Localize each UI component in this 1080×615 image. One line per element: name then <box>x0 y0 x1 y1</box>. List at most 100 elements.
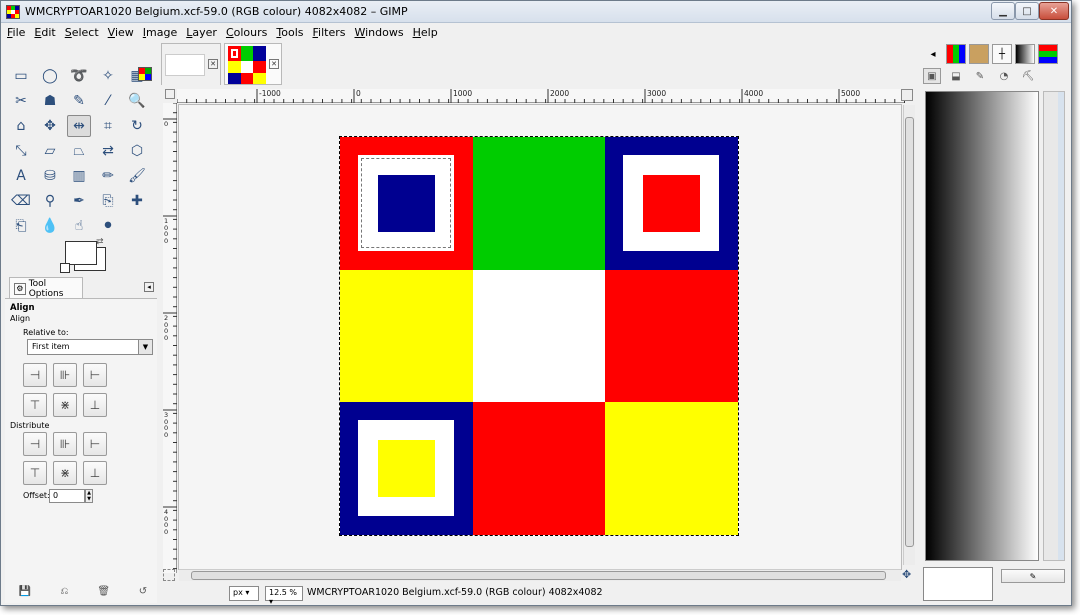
tab-layers[interactable]: ▣ <box>923 68 941 84</box>
tab-brushes[interactable]: ┼ <box>992 44 1012 64</box>
edit-button[interactable]: ✎ <box>1001 569 1065 583</box>
swap-colors-icon[interactable]: ⇄ <box>96 237 104 247</box>
menu-item-layer[interactable]: Layer <box>186 26 217 39</box>
quick-mask-icon[interactable] <box>163 569 175 581</box>
default-colors-icon[interactable] <box>60 263 70 273</box>
ink-icon[interactable]: ✒ <box>67 190 91 212</box>
paths-icon[interactable]: ✎ <box>67 90 91 112</box>
cage-icon[interactable]: ⬡ <box>125 140 149 162</box>
tab-paths[interactable]: ✎ <box>971 68 989 84</box>
align-left-button[interactable]: ⊣ <box>23 363 47 387</box>
distribute-right-button[interactable]: ⊢ <box>83 432 107 456</box>
minimize-button[interactable]: ▁ <box>991 2 1015 20</box>
airbrush-icon[interactable]: ⚲ <box>38 190 62 212</box>
menu-item-view[interactable]: View <box>108 26 134 39</box>
align-icon[interactable]: ⇹ <box>67 115 91 137</box>
image-canvas[interactable] <box>178 104 902 570</box>
image-tab-1[interactable]: ✕ <box>161 43 221 85</box>
blend-icon[interactable]: ▥ <box>67 165 91 187</box>
restore-options-icon[interactable]: ⎌ <box>58 585 70 597</box>
align-right-button[interactable]: ⊢ <box>83 363 107 387</box>
vertical-scrollbar[interactable] <box>903 105 915 565</box>
flag-image[interactable] <box>339 136 739 536</box>
tab-tool-options[interactable]: ⚙ Tool Options <box>9 277 83 299</box>
distribute-center-button[interactable]: ⊪ <box>53 432 77 456</box>
flip-icon[interactable]: ⇄ <box>96 140 120 162</box>
delete-options-icon[interactable]: 🗑 <box>97 585 110 597</box>
rotate-icon[interactable]: ↻ <box>125 115 149 137</box>
distribute-top-button[interactable]: ⊤ <box>23 461 47 485</box>
close-button[interactable]: ✕ <box>1039 2 1069 20</box>
close-icon[interactable]: ✕ <box>269 59 279 69</box>
align-middle-button[interactable]: ⋇ <box>53 393 77 417</box>
tab-palettes[interactable] <box>946 44 966 64</box>
measure-icon[interactable]: ⌂ <box>9 115 33 137</box>
align-bottom-button[interactable]: ⊥ <box>83 393 107 417</box>
menu-item-image[interactable]: Image <box>143 26 177 39</box>
menu-item-file[interactable]: File <box>7 26 25 39</box>
blur-icon[interactable]: 💧 <box>38 215 62 237</box>
menu-item-select[interactable]: Select <box>65 26 99 39</box>
distribute-middle-button[interactable]: ⋇ <box>53 461 77 485</box>
align-top-button[interactable]: ⊤ <box>23 393 47 417</box>
save-options-icon[interactable]: 💾 <box>19 585 31 597</box>
text-icon[interactable]: A <box>9 165 33 187</box>
relative-to-select[interactable]: First item ▼ <box>27 339 153 355</box>
horizontal-scrollbar[interactable] <box>179 569 901 581</box>
menu-item-filters[interactable]: Filters <box>313 26 346 39</box>
menu-item-colours[interactable]: Colours <box>226 26 267 39</box>
foreground-color-swatch[interactable] <box>65 241 97 265</box>
crop-icon[interactable]: ⌗ <box>96 115 120 137</box>
menu-item-edit[interactable]: Edit <box>34 26 55 39</box>
move-icon[interactable]: ✥ <box>38 115 62 137</box>
dock-scrollbar[interactable] <box>1043 91 1065 561</box>
shear-icon[interactable]: ▱ <box>38 140 62 162</box>
align-center-button[interactable]: ⊪ <box>53 363 77 387</box>
gradient-preview[interactable] <box>925 91 1039 561</box>
color-picker-icon[interactable]: ⁄ <box>96 90 120 112</box>
pencil-icon[interactable]: ✏ <box>96 165 120 187</box>
perspective-clone-icon[interactable]: ⎗ <box>9 215 33 237</box>
image-tab-2[interactable]: ✕ <box>224 43 282 85</box>
zoom-select[interactable]: 12.5 % ▾ <box>265 586 303 606</box>
tab-channels[interactable]: ⬓ <box>947 68 965 84</box>
scissors-select-icon[interactable]: ✂ <box>9 90 33 112</box>
vertical-ruler[interactable]: 0 1000 2000 3000 4000 <box>163 103 177 573</box>
scroll-thumb[interactable] <box>905 117 914 547</box>
scale-icon[interactable]: ⤡ <box>9 140 33 162</box>
heal-icon[interactable]: ✚ <box>125 190 149 212</box>
tab-gradients[interactable] <box>1015 44 1035 64</box>
menu-item-tools[interactable]: Tools <box>276 26 303 39</box>
distribute-left-button[interactable]: ⊣ <box>23 432 47 456</box>
clone-icon[interactable]: ⎘ <box>96 190 120 212</box>
free-select-icon[interactable]: ➰ <box>67 65 91 87</box>
scroll-thumb[interactable] <box>191 571 886 580</box>
tab-colors[interactable]: ◔ <box>995 68 1013 84</box>
horizontal-ruler[interactable]: -1000 0 1000 2000 3000 4000 5000 <box>177 89 905 103</box>
menu-item-windows[interactable]: Windows <box>354 26 403 39</box>
paintbrush-icon[interactable]: 🖌 <box>125 165 149 187</box>
foreground-select-icon[interactable]: ☗ <box>38 90 62 112</box>
maximize-button[interactable]: □ <box>1015 2 1039 20</box>
brush-preview[interactable] <box>923 567 993 601</box>
offset-input[interactable]: 0 <box>49 489 85 503</box>
ellipse-select-icon[interactable]: ◯ <box>38 65 62 87</box>
tab-colormap[interactable] <box>1038 44 1058 64</box>
perspective-icon[interactable]: ⏢ <box>67 140 91 162</box>
panel-menu-icon[interactable]: ◂ <box>144 282 154 292</box>
smudge-icon[interactable]: ☝ <box>67 215 91 237</box>
offset-stepper[interactable]: ▲ ▼ <box>85 489 93 503</box>
navigate-icon[interactable]: ✥ <box>902 568 911 581</box>
ruler-corner-icon[interactable] <box>165 89 175 99</box>
fuzzy-select-icon[interactable]: ✧ <box>96 65 120 87</box>
palette-icon[interactable] <box>138 67 152 81</box>
unit-select[interactable]: px ▾ <box>229 586 259 601</box>
close-icon[interactable]: ✕ <box>208 59 218 69</box>
tab-history[interactable]: ⛏ <box>1019 68 1037 84</box>
dock-menu-icon[interactable]: ◂ <box>923 44 943 64</box>
rect-select-icon[interactable]: ▭ <box>9 65 33 87</box>
zoom-icon[interactable]: 🔍 <box>125 90 149 112</box>
menu-item-help[interactable]: Help <box>413 26 438 39</box>
tab-patterns[interactable] <box>969 44 989 64</box>
distribute-bottom-button[interactable]: ⊥ <box>83 461 107 485</box>
